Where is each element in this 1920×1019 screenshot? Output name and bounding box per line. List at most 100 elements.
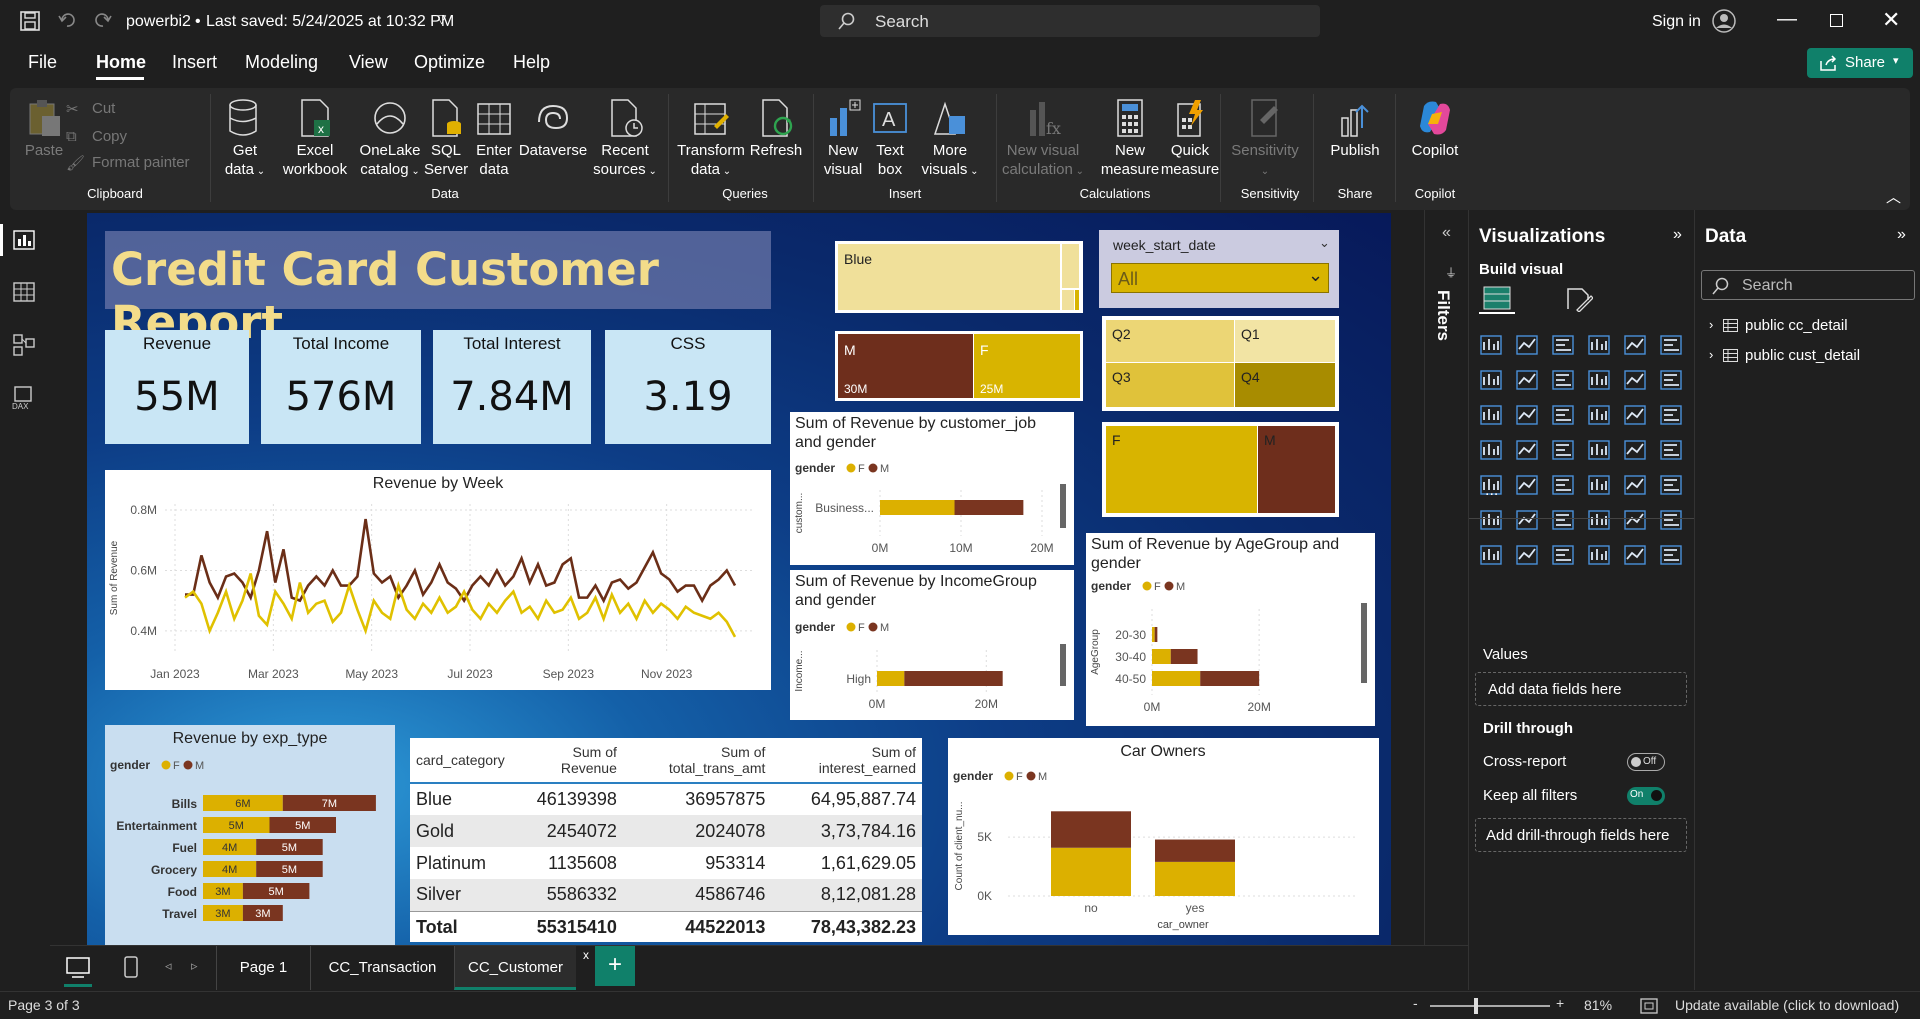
funnel-icon[interactable] bbox=[1551, 404, 1575, 426]
close-page-icon[interactable]: x bbox=[583, 948, 589, 962]
quick-measure-button[interactable]: Quick measure bbox=[1160, 98, 1220, 179]
card-category-treemap[interactable]: Blue bbox=[835, 241, 1083, 313]
maximize-icon[interactable] bbox=[1830, 14, 1843, 27]
zoom-in-button[interactable]: + bbox=[1556, 995, 1564, 1011]
slicer-icon[interactable] bbox=[1551, 474, 1575, 496]
undo-icon[interactable] bbox=[58, 12, 76, 28]
refresh-button[interactable]: Refresh bbox=[746, 98, 806, 160]
search-box[interactable]: Search bbox=[820, 5, 1320, 37]
treemap-tile[interactable] bbox=[1062, 290, 1074, 310]
line-stacked-icon[interactable] bbox=[1659, 369, 1683, 391]
clustered-bar-icon[interactable] bbox=[1551, 334, 1575, 356]
qa-icon[interactable] bbox=[1587, 509, 1611, 531]
paste-button[interactable]: Paste bbox=[24, 98, 64, 160]
get-data-button[interactable]: Get data ⌄ bbox=[220, 98, 270, 181]
menu-home[interactable]: Home bbox=[96, 52, 146, 73]
save-icon[interactable] bbox=[20, 11, 40, 31]
next-page-icon[interactable]: ▹ bbox=[191, 958, 198, 974]
donut-icon[interactable] bbox=[1659, 404, 1683, 426]
card-new-icon[interactable] bbox=[1515, 544, 1539, 566]
collapse-ribbon-icon[interactable]: ︿ bbox=[1886, 186, 1901, 207]
revenue-by-customer-job-chart[interactable]: Sum of Revenue by customer_job and gender… bbox=[790, 412, 1074, 565]
revenue-by-agegroup-chart[interactable]: Sum of Revenue by AgeGroup and gender gend… bbox=[1086, 533, 1375, 726]
car-owners-chart[interactable]: Car Owners gender F M 0K 5K Count of client_nu… bbox=[948, 738, 1379, 935]
metrics-icon[interactable] bbox=[1551, 544, 1575, 566]
menu-file[interactable]: File bbox=[28, 52, 57, 73]
treemap-tile-q3[interactable]: Q3 bbox=[1106, 363, 1234, 407]
menu-insert[interactable]: Insert bbox=[172, 52, 217, 73]
table-row[interactable]: Blue 46139398 36957875 64,95,887.74 bbox=[410, 783, 922, 815]
desktop-layout-icon[interactable] bbox=[66, 957, 90, 979]
azure-map-icon[interactable] bbox=[1587, 439, 1611, 461]
power-apps-icon[interactable] bbox=[1623, 544, 1647, 566]
kpi-card-revenue[interactable]: Revenue 55M bbox=[105, 330, 249, 444]
fit-to-page-icon[interactable] bbox=[1640, 998, 1658, 1014]
recent-sources-button[interactable]: Recent sources ⌄ bbox=[590, 98, 660, 181]
menu-help[interactable]: Help bbox=[513, 52, 550, 73]
zoom-out-button[interactable]: - bbox=[1413, 995, 1418, 1011]
column-header[interactable]: card_category bbox=[410, 738, 511, 784]
kpi-card-total-interest[interactable]: Total Interest 7.84M bbox=[433, 330, 591, 444]
treemap-tile-f[interactable]: F 25M bbox=[974, 334, 1080, 398]
treemap-tile-q1[interactable]: Q1 bbox=[1235, 320, 1335, 362]
share-button[interactable]: Share ▾ bbox=[1807, 48, 1913, 78]
report-view-icon[interactable] bbox=[13, 230, 35, 250]
drill-through-drop-zone[interactable]: Add drill-through fields here bbox=[1475, 818, 1687, 852]
stacked-area-icon[interactable] bbox=[1551, 369, 1575, 391]
chevron-right-icon[interactable]: › bbox=[1709, 347, 1713, 362]
new-measure-button[interactable]: New measure bbox=[1100, 98, 1160, 179]
redo-icon[interactable] bbox=[94, 12, 112, 28]
kpi-icon[interactable] bbox=[1515, 474, 1539, 496]
table-total-row[interactable]: Total 55315410 44522013 78,43,382.23 bbox=[410, 911, 922, 943]
page-tab-1[interactable]: Page 1 bbox=[216, 946, 310, 990]
gender-treemap[interactable]: M 30M F 25M bbox=[835, 331, 1083, 401]
table-view-icon[interactable] bbox=[13, 282, 35, 302]
filters-pane-collapsed[interactable]: « ⏚ Filters bbox=[1424, 210, 1468, 945]
prev-page-icon[interactable]: ◃ bbox=[165, 958, 172, 974]
dax-query-view-icon[interactable]: DAX bbox=[11, 386, 37, 410]
r-visual-icon[interactable] bbox=[1659, 474, 1683, 496]
treemap-tile-blue[interactable]: Blue bbox=[838, 244, 1060, 310]
week-start-date-slicer[interactable]: week_start_date ⌄ All ⌄ bbox=[1099, 230, 1339, 308]
model-view-icon[interactable] bbox=[13, 334, 35, 356]
area-chart-icon[interactable] bbox=[1515, 369, 1539, 391]
scatter-icon[interactable] bbox=[1587, 404, 1611, 426]
add-page-button[interactable]: + bbox=[595, 946, 635, 986]
chevron-down-icon[interactable]: ▽ bbox=[437, 12, 446, 26]
treemap-tile-q2[interactable]: Q2 bbox=[1106, 320, 1234, 362]
revenue-by-exp-type-chart[interactable]: Revenue by exp_type gender F M Bills 6M 7M Ente… bbox=[105, 725, 395, 945]
new-visual-calculation-button[interactable]: fx New visual calculation ⌄ bbox=[998, 98, 1088, 181]
treemap-tile[interactable] bbox=[1075, 290, 1079, 310]
cross-report-toggle[interactable]: Off bbox=[1627, 753, 1665, 771]
kpi-card-total-income[interactable]: Total Income 576M bbox=[261, 330, 421, 444]
zoom-slider[interactable] bbox=[1430, 1005, 1550, 1007]
menu-optimize[interactable]: Optimize bbox=[414, 52, 485, 73]
account-icon[interactable] bbox=[1712, 9, 1736, 33]
matrix-icon[interactable] bbox=[1623, 474, 1647, 496]
table-row[interactable]: Platinum 1135608 953314 1,61,629.05 bbox=[410, 847, 922, 879]
map-icon[interactable] bbox=[1515, 439, 1539, 461]
copilot-button[interactable]: Copilot bbox=[1400, 98, 1470, 160]
dataverse-button[interactable]: Dataverse bbox=[513, 98, 593, 160]
page-tab-cc-transaction[interactable]: CC_Transaction bbox=[310, 946, 454, 990]
narrative-icon[interactable] bbox=[1623, 509, 1647, 531]
gauge-icon[interactable] bbox=[1623, 439, 1647, 461]
collapse-chevron-icon[interactable]: » bbox=[1673, 226, 1682, 244]
menu-view[interactable]: View bbox=[349, 52, 388, 73]
goals-icon[interactable] bbox=[1659, 509, 1683, 531]
table-item-cust-detail[interactable]: › public cust_detail bbox=[1709, 346, 1909, 368]
mobile-layout-icon[interactable] bbox=[124, 956, 138, 978]
quarter-treemap[interactable]: Q2 Q1 Q3 Q4 bbox=[1102, 316, 1339, 411]
cut-button[interactable]: Cut bbox=[92, 100, 115, 117]
treemap-tile-q4[interactable]: Q4 bbox=[1235, 363, 1335, 407]
page-tab-cc-customer[interactable]: CC_Customer bbox=[454, 946, 576, 990]
column-header[interactable]: Sum of total_trans_amt bbox=[622, 738, 772, 784]
treemap-tile[interactable] bbox=[1062, 244, 1079, 288]
table-row[interactable]: Gold 2454072 2024078 3,73,784.16 bbox=[410, 815, 922, 847]
slicer-collapse-chevron-icon[interactable]: ⌄ bbox=[1319, 235, 1330, 251]
gender-treemap-2[interactable]: F M bbox=[1102, 422, 1339, 517]
new-visual-button[interactable]: New visual bbox=[818, 98, 868, 179]
publish-button[interactable]: Publish bbox=[1320, 98, 1390, 160]
sign-in-link[interactable]: Sign in bbox=[1652, 13, 1701, 31]
text-box-button[interactable]: A Text box bbox=[870, 98, 910, 179]
